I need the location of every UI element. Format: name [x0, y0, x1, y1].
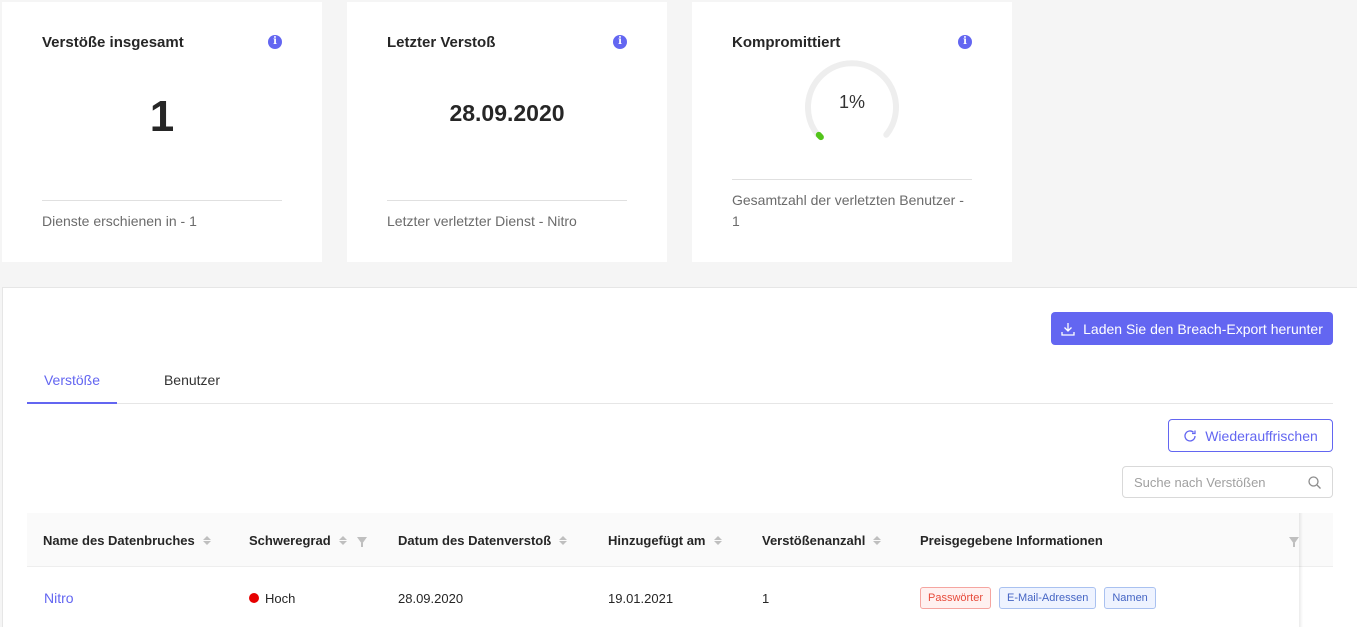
refresh-button-label: Wiederauffrischen — [1205, 427, 1318, 444]
column-label: Verstößenanzahl — [762, 532, 866, 548]
card-title: Letzter Verstoß — [387, 34, 496, 51]
gauge-fill — [815, 131, 824, 141]
tab-bar: Verstöße Benutzer — [27, 366, 1333, 404]
info-icon[interactable]: i — [268, 35, 282, 49]
column-header-name[interactable]: Name des Datenbruches — [43, 513, 211, 567]
exposed-info-cell: Passwörter E-Mail-Adressen Namen — [920, 568, 1164, 627]
breach-date-cell: 28.09.2020 — [398, 590, 464, 606]
card-divider — [42, 200, 282, 201]
search-icon[interactable] — [1307, 475, 1322, 490]
column-header-added[interactable]: Hinzugefügt am — [608, 513, 722, 567]
tag-names: Namen — [1104, 587, 1156, 609]
sort-icon[interactable] — [338, 535, 347, 545]
exposed-info-filter[interactable] — [1279, 513, 1299, 567]
breach-name-link[interactable]: Nitro — [44, 568, 74, 627]
card-footer: Gesamtzahl der verletzten Benutzer - 1 — [732, 192, 964, 229]
download-breach-export-button[interactable]: Laden Sie den Breach-Export herunter — [1051, 312, 1333, 345]
refresh-icon — [1184, 429, 1196, 442]
column-label: Name des Datenbruches — [43, 532, 195, 548]
sort-icon[interactable] — [873, 535, 882, 545]
compromised-percent: 1% — [838, 92, 865, 112]
sort-icon[interactable] — [559, 535, 568, 545]
severity-dot-icon — [249, 593, 259, 603]
card-total-breaches: Verstöße insgesamt i 1 Dienste erschiene… — [2, 2, 322, 262]
download-icon — [1061, 322, 1075, 336]
tab-users[interactable]: Benutzer — [147, 366, 237, 404]
info-icon[interactable]: i — [958, 35, 972, 49]
export-button-label: Laden Sie den Breach-Export herunter — [1083, 320, 1323, 337]
last-breach-date: 28.09.2020 — [449, 100, 565, 126]
card-title: Verstöße insgesamt — [42, 34, 184, 51]
total-breaches-value: 1 — [149, 92, 175, 141]
column-label: Datum des Datenverstoß — [398, 532, 552, 548]
tag-email-addresses: E-Mail-Adressen — [999, 587, 1097, 609]
card-divider — [387, 200, 627, 201]
table-row: Nitro Hoch 28.09.2020 19.01.2021 1 Passw… — [27, 568, 1333, 627]
card-compromised: Kompromittiert i 1% Gesamtzahl der verle… — [692, 2, 1012, 262]
tab-breaches[interactable]: Verstöße — [27, 366, 117, 404]
column-label: Preisgegebene Informationen — [920, 532, 1103, 548]
column-header-exposed-info: Preisgegebene Informationen — [920, 513, 1103, 567]
card-footer: Letzter verletzter Dienst - Nitro — [387, 213, 577, 229]
filter-icon[interactable] — [1289, 536, 1299, 547]
column-header-severity[interactable]: Schweregrad — [249, 513, 367, 567]
column-label: Schweregrad — [249, 532, 331, 548]
severity-cell: Hoch — [249, 568, 295, 627]
sort-icon[interactable] — [713, 535, 722, 545]
breach-panel: Laden Sie den Breach-Export herunter Ver… — [2, 287, 1357, 627]
info-icon[interactable]: i — [613, 35, 627, 49]
refresh-button[interactable]: Wiederauffrischen — [1168, 419, 1333, 452]
card-title: Kompromittiert — [732, 34, 841, 51]
column-label: Hinzugefügt am — [608, 532, 706, 548]
column-header-count[interactable]: Verstößenanzahl — [762, 513, 882, 567]
card-divider — [732, 179, 972, 180]
breach-count-cell: 1 — [762, 590, 770, 606]
breach-search — [1122, 466, 1333, 498]
sort-icon[interactable] — [202, 535, 211, 545]
tag-passwords: Passwörter — [920, 587, 992, 609]
card-footer: Dienste erschienen in - 1 — [42, 213, 197, 229]
search-input[interactable] — [1134, 467, 1299, 497]
card-last-breach: Letzter Verstoß i 28.09.2020 Letzter ver… — [347, 2, 667, 262]
table-header: Name des Datenbruches Schweregrad Datum … — [27, 513, 1333, 567]
column-header-breach-date[interactable]: Datum des Datenverstoß — [398, 513, 568, 567]
filter-icon[interactable] — [356, 536, 367, 547]
severity-label: Hoch — [265, 590, 296, 606]
added-date-cell: 19.01.2021 — [608, 590, 674, 606]
